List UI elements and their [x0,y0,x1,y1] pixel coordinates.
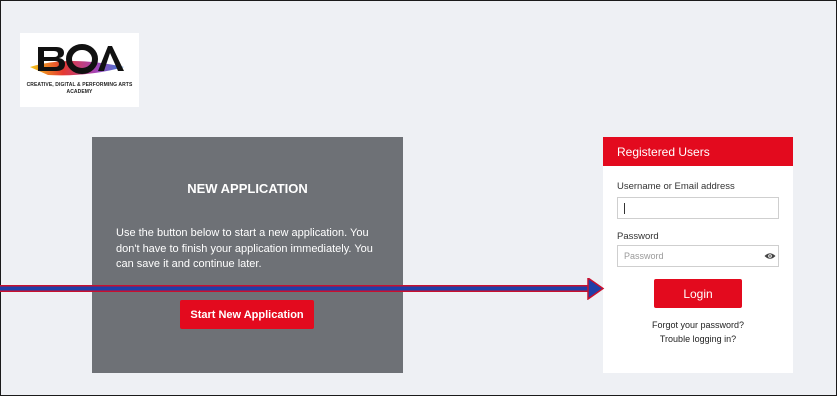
new-application-title: NEW APPLICATION [187,181,308,196]
login-header: Registered Users [603,137,793,166]
password-label: Password [617,231,659,242]
boa-logo: CREATIVE, DIGITAL & PERFORMING ARTS ACAD… [20,33,139,107]
username-label: Username or Email address [617,181,735,192]
logo-tagline-line1: CREATIVE, DIGITAL & PERFORMING ARTS [26,82,133,88]
eye-icon[interactable] [764,252,776,260]
arrow-annotation [0,278,605,300]
boa-logo-mark [30,44,124,76]
login-header-title: Registered Users [617,145,710,159]
start-new-application-button[interactable]: Start New Application [180,300,314,329]
password-input[interactable] [617,245,779,267]
text-caret [624,203,625,214]
logo-tagline-line2: ACADEMY [66,89,93,95]
forgot-password-link[interactable]: Forgot your password? [603,320,793,330]
new-application-panel: NEW APPLICATION Use the button below to … [92,137,403,373]
trouble-logging-in-link[interactable]: Trouble logging in? [603,334,793,344]
new-application-description: Use the button below to start a new appl… [116,227,373,270]
username-input[interactable] [617,197,779,219]
login-button[interactable]: Login [654,279,742,308]
login-panel: Registered Users Username or Email addre… [603,137,793,373]
logo-tagline: CREATIVE, DIGITAL & PERFORMING ARTS ACAD… [20,82,139,96]
